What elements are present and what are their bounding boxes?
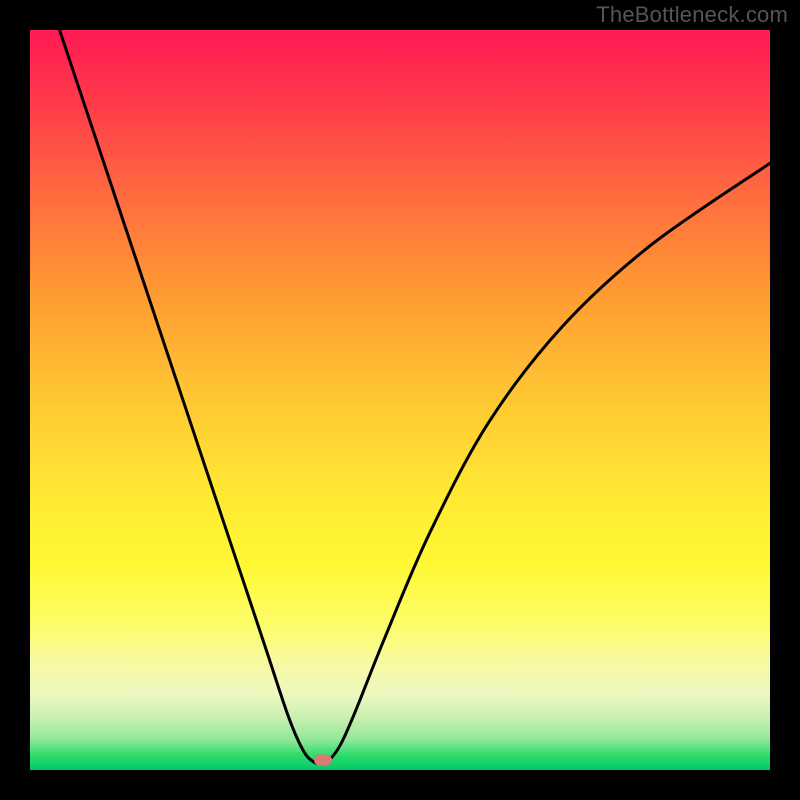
curve-svg — [30, 30, 770, 770]
optimum-marker — [314, 755, 332, 766]
watermark-text: TheBottleneck.com — [596, 2, 788, 28]
plot-area — [30, 30, 770, 770]
bottleneck-curve-path — [60, 30, 770, 764]
chart-frame: TheBottleneck.com — [0, 0, 800, 800]
